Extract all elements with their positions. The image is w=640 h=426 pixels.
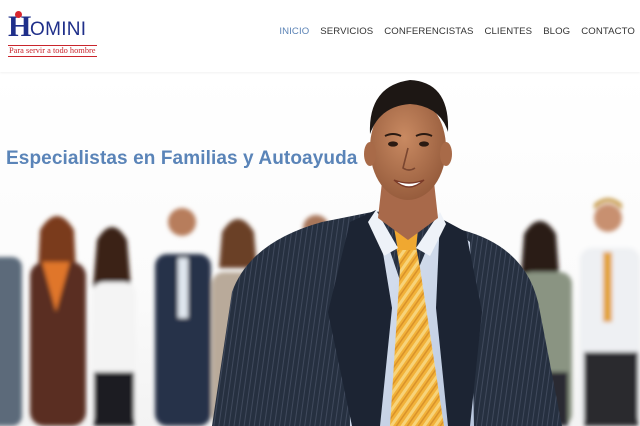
logo-tagline: Para servir a todo hombre — [8, 45, 97, 57]
site-header: H OMINI Para servir a todo hombre INICIO… — [0, 0, 640, 72]
nav-item-inicio[interactable]: INICIO — [279, 25, 309, 39]
main-figure — [212, 80, 562, 426]
nav-item-blog[interactable]: BLOG — [543, 25, 570, 39]
nav-item-servicios[interactable]: SERVICIOS — [320, 25, 373, 39]
logo-red-dot — [15, 11, 22, 18]
logo-wordmark: OMINI — [30, 19, 87, 40]
nav-item-contacto[interactable]: CONTACTO — [581, 25, 635, 39]
hero-photo — [0, 80, 640, 426]
main-nav: INICIO SERVICIOS CONFERENCISTAS CLIENTES… — [279, 25, 635, 39]
hero-banner: Especialistas en Familias y Autoayuda — [0, 72, 640, 426]
nav-item-conferencistas[interactable]: CONFERENCISTAS — [384, 25, 473, 39]
site-logo[interactable]: H OMINI Para servir a todo hombre — [8, 10, 97, 58]
nav-item-clientes[interactable]: CLIENTES — [484, 25, 532, 39]
hero-title: Especialistas en Familias y Autoayuda — [6, 148, 358, 169]
